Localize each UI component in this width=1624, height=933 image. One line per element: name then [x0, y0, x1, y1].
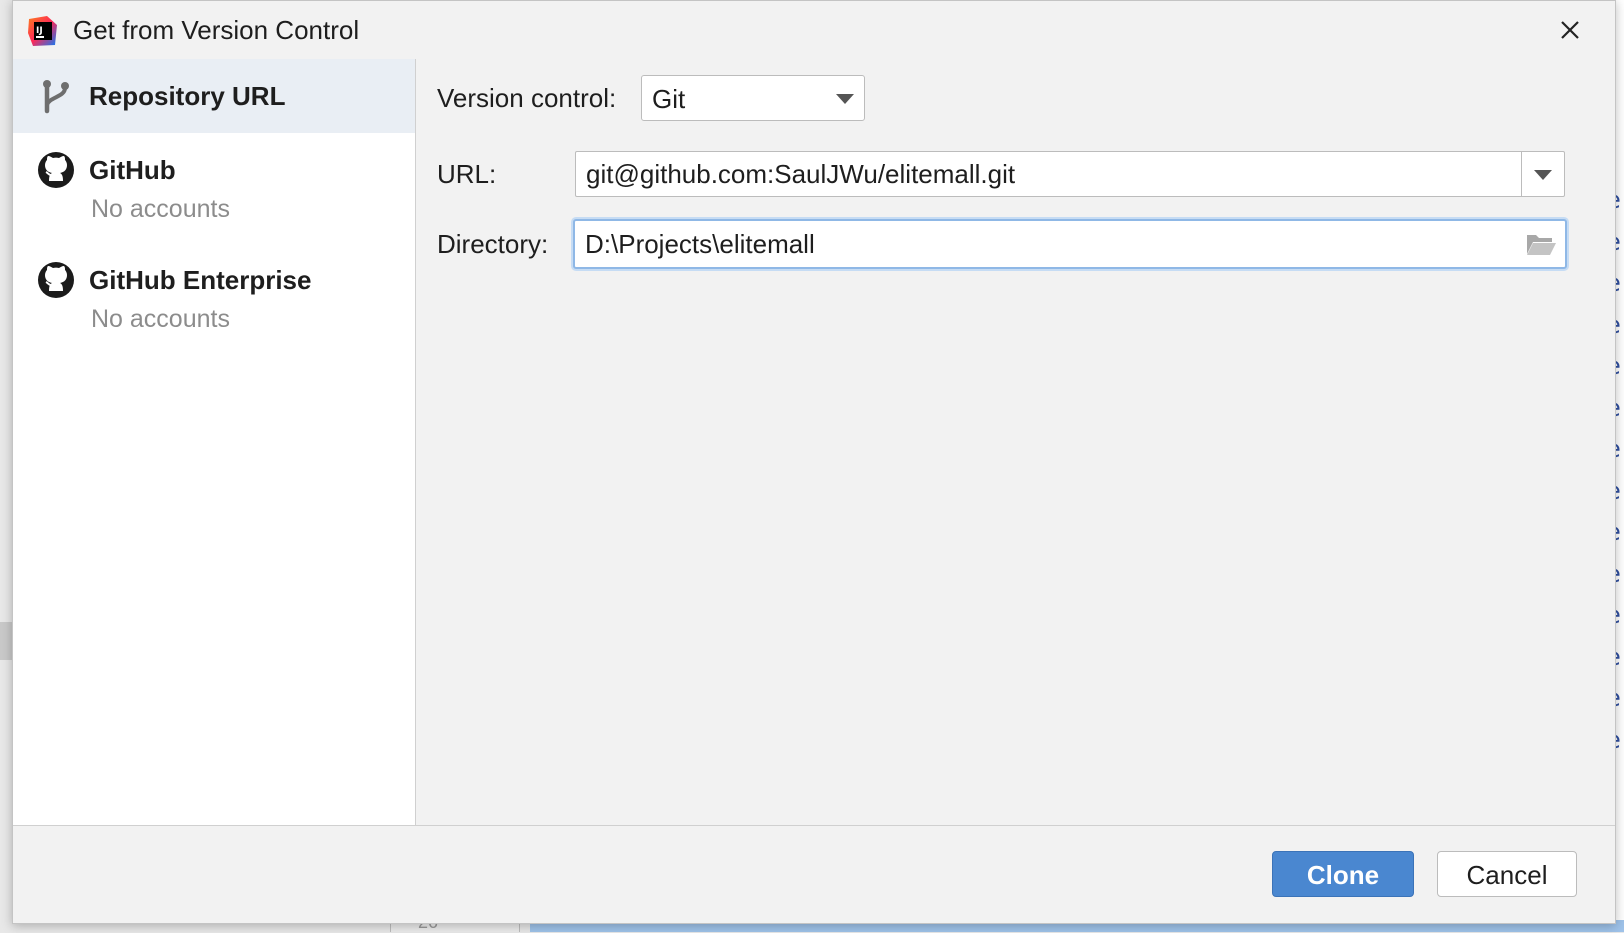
sidebar-item-github-enterprise[interactable]: GitHub Enterprise No accounts: [13, 249, 415, 349]
background-scroll-notch: [0, 622, 12, 660]
sidebar-item-label: Repository URL: [89, 81, 286, 111]
url-label: URL:: [437, 159, 497, 189]
directory-field: [573, 219, 1567, 269]
sidebar-item-label: GitHub: [89, 155, 176, 185]
svg-text:IJ: IJ: [36, 26, 43, 36]
directory-label: Directory:: [437, 229, 549, 259]
sidebar-item-sublabel: No accounts: [91, 305, 230, 333]
version-control-label: Version control:: [437, 83, 617, 113]
sidebar-item-label: GitHub Enterprise: [89, 265, 312, 295]
source-sidebar: Repository URL GitHub No accounts GitHub…: [13, 59, 416, 825]
folder-open-icon[interactable]: [1525, 231, 1557, 257]
intellij-logo-icon: IJ: [28, 16, 57, 46]
github-icon: [38, 262, 74, 298]
get-from-vcs-dialog: IJ Get from Version Control Repository U…: [12, 0, 1616, 924]
directory-input[interactable]: [575, 221, 1515, 267]
sidebar-item-github[interactable]: GitHub No accounts: [13, 139, 415, 239]
chevron-down-icon: [836, 94, 854, 104]
chevron-down-icon: [1534, 170, 1552, 180]
repository-url-form: Version control: Git URL: Directory:: [416, 59, 1615, 825]
dialog-titlebar: IJ Get from Version Control: [13, 1, 1615, 59]
github-icon: [38, 152, 74, 188]
version-control-dropdown[interactable]: Git: [641, 75, 865, 121]
url-history-dropdown[interactable]: [1521, 152, 1564, 196]
vcs-branch-icon: [43, 80, 69, 114]
cancel-button[interactable]: Cancel: [1437, 851, 1577, 897]
sidebar-item-repository-url[interactable]: Repository URL: [13, 59, 415, 133]
version-control-value: Git: [652, 84, 686, 114]
sidebar-item-sublabel: No accounts: [91, 195, 230, 223]
url-input[interactable]: [576, 152, 1521, 196]
clone-button[interactable]: Clone: [1272, 851, 1414, 897]
url-combobox: [575, 151, 1565, 197]
dialog-footer: Clone Cancel: [13, 825, 1615, 923]
close-icon[interactable]: [1555, 15, 1585, 45]
dialog-title: Get from Version Control: [73, 15, 360, 45]
